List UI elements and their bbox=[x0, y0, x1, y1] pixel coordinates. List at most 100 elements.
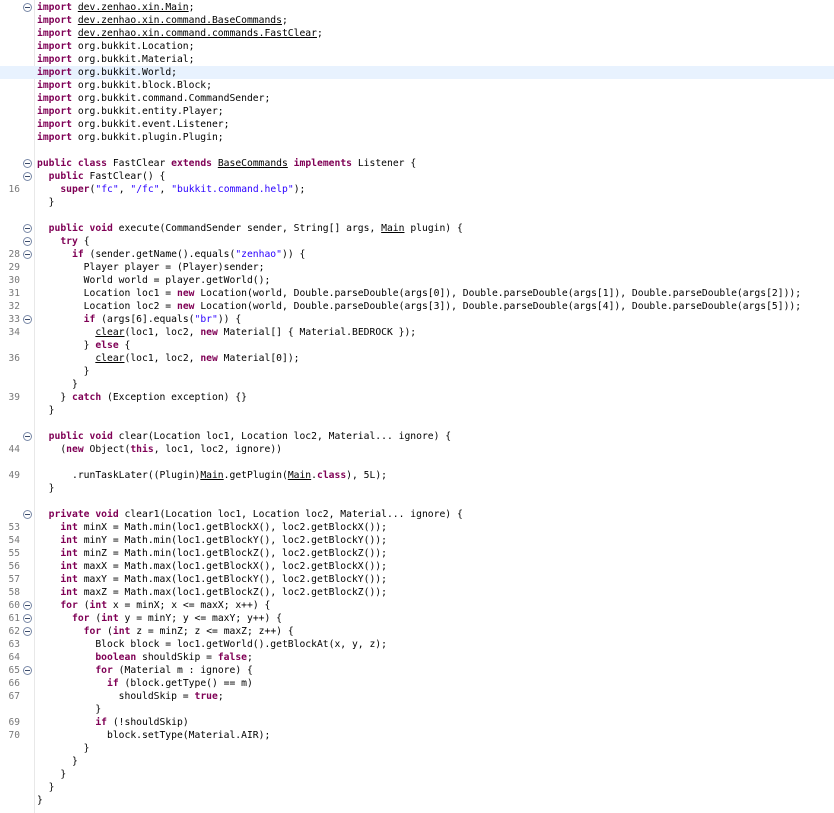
code-line[interactable]: 34 clear(loc1, loc2, new Material[] { Ma… bbox=[0, 326, 834, 339]
code-text: import org.bukkit.Material; bbox=[37, 53, 194, 66]
code-line[interactable]: } bbox=[0, 703, 834, 716]
fold-collapse-icon[interactable] bbox=[23, 3, 32, 12]
code-line[interactable]: 70 block.setType(Material.AIR); bbox=[0, 729, 834, 742]
code-text: } bbox=[37, 768, 66, 781]
code-line[interactable]: import dev.zenhao.xin.command.BaseComman… bbox=[0, 14, 834, 27]
code-line[interactable]: import org.bukkit.World; bbox=[0, 66, 834, 79]
fold-collapse-icon[interactable] bbox=[23, 315, 32, 324]
code-line[interactable]: 67 shouldSkip = true; bbox=[0, 690, 834, 703]
fold-collapse-icon[interactable] bbox=[23, 432, 32, 441]
fold-collapse-icon[interactable] bbox=[23, 237, 32, 246]
code-line[interactable] bbox=[0, 456, 834, 469]
code-line[interactable]: } bbox=[0, 755, 834, 768]
code-line[interactable]: } bbox=[0, 742, 834, 755]
code-line[interactable]: import org.bukkit.plugin.Plugin; bbox=[0, 131, 834, 144]
code-token: } bbox=[37, 340, 96, 351]
code-line[interactable]: 44 (new Object(this, loc1, loc2, ignore)… bbox=[0, 443, 834, 456]
code-line[interactable]: 54 int minY = Math.min(loc1.getBlockY(),… bbox=[0, 534, 834, 547]
fold-collapse-icon[interactable] bbox=[23, 172, 32, 181]
code-line[interactable]: 63 Block block = loc1.getWorld().getBloc… bbox=[0, 638, 834, 651]
code-line[interactable]: 28 if (sender.getName().equals("zenhao")… bbox=[0, 248, 834, 261]
code-line[interactable]: import org.bukkit.Material; bbox=[0, 53, 834, 66]
fold-collapse-icon[interactable] bbox=[23, 250, 32, 259]
code-line[interactable]: 62 for (int z = minZ; z <= maxZ; z++) { bbox=[0, 625, 834, 638]
code-line[interactable]: 64 boolean shouldSkip = false; bbox=[0, 651, 834, 664]
code-line[interactable]: } bbox=[0, 768, 834, 781]
code-line[interactable]: 31 Location loc1 = new Location(world, D… bbox=[0, 287, 834, 300]
code-line[interactable]: 49 .runTaskLater((Plugin)Main.getPlugin(… bbox=[0, 469, 834, 482]
code-line[interactable]: 36 clear(loc1, loc2, new Material[0]); bbox=[0, 352, 834, 365]
code-line[interactable]: public FastClear() { bbox=[0, 170, 834, 183]
fold-collapse-icon[interactable] bbox=[23, 510, 32, 519]
code-line[interactable]: 57 int maxY = Math.max(loc1.getBlockY(),… bbox=[0, 573, 834, 586]
fold-collapse-icon[interactable] bbox=[23, 601, 32, 610]
code-line[interactable]: import org.bukkit.event.Listener; bbox=[0, 118, 834, 131]
code-text: import org.bukkit.command.CommandSender; bbox=[37, 92, 270, 105]
fold-collapse-icon[interactable] bbox=[23, 666, 32, 675]
code-line[interactable]: 39 } catch (Exception exception) {} bbox=[0, 391, 834, 404]
code-text: Player player = (Player)sender; bbox=[37, 261, 265, 274]
keyword-token: public bbox=[48, 171, 90, 182]
code-line[interactable]: } bbox=[0, 365, 834, 378]
code-line[interactable]: import dev.zenhao.xin.Main; bbox=[0, 1, 834, 14]
code-line[interactable]: import dev.zenhao.xin.command.commands.F… bbox=[0, 27, 834, 40]
code-token: Object( bbox=[89, 444, 131, 455]
code-line[interactable]: public void execute(CommandSender sender… bbox=[0, 222, 834, 235]
fold-collapse-icon[interactable] bbox=[23, 224, 32, 233]
code-line[interactable]: 33 if (args[6].equals("br")) { bbox=[0, 313, 834, 326]
keyword-token: int bbox=[60, 548, 84, 559]
code-text: if (!shouldSkip) bbox=[37, 716, 188, 729]
string-token: "zenhao" bbox=[235, 249, 282, 260]
code-line[interactable]: 58 int maxZ = Math.max(loc1.getBlockZ(),… bbox=[0, 586, 834, 599]
code-token: ; bbox=[281, 15, 288, 26]
code-line[interactable] bbox=[0, 209, 834, 222]
code-token: org.bukkit.World; bbox=[77, 67, 177, 78]
code-editor[interactable]: import dev.zenhao.xin.Main; import dev.ze… bbox=[0, 0, 834, 813]
code-line[interactable] bbox=[0, 144, 834, 157]
code-line[interactable]: 32 Location loc2 = new Location(world, D… bbox=[0, 300, 834, 313]
code-line[interactable]: 53 int minX = Math.min(loc1.getBlockX(),… bbox=[0, 521, 834, 534]
code-line[interactable]: 61 for (int y = minY; y <= maxY; y++) { bbox=[0, 612, 834, 625]
fold-collapse-icon[interactable] bbox=[23, 627, 32, 636]
code-text: } bbox=[37, 755, 78, 768]
code-text: int minZ = Math.min(loc1.getBlockZ(), lo… bbox=[37, 547, 387, 560]
code-line[interactable] bbox=[0, 417, 834, 430]
code-line[interactable]: 66 if (block.getType() == m) bbox=[0, 677, 834, 690]
code-line[interactable]: } bbox=[0, 794, 834, 807]
code-line[interactable]: import org.bukkit.Location; bbox=[0, 40, 834, 53]
code-line[interactable]: private void clear1(Location loc1, Locat… bbox=[0, 508, 834, 521]
code-line[interactable]: try { bbox=[0, 235, 834, 248]
code-line[interactable]: 69 if (!shouldSkip) bbox=[0, 716, 834, 729]
code-line[interactable]: 55 int minZ = Math.min(loc1.getBlockZ(),… bbox=[0, 547, 834, 560]
code-line[interactable]: 29 Player player = (Player)sender; bbox=[0, 261, 834, 274]
code-line[interactable]: import org.bukkit.command.CommandSender; bbox=[0, 92, 834, 105]
fold-collapse-icon[interactable] bbox=[23, 159, 32, 168]
code-line[interactable]: } bbox=[0, 482, 834, 495]
line-number: 58 bbox=[8, 587, 20, 598]
code-line[interactable]: public void clear(Location loc1, Locatio… bbox=[0, 430, 834, 443]
code-line[interactable] bbox=[0, 495, 834, 508]
code-line[interactable]: public class FastClear extends BaseComma… bbox=[0, 157, 834, 170]
code-line[interactable]: import org.bukkit.block.Block; bbox=[0, 79, 834, 92]
code-line[interactable]: import org.bukkit.entity.Player; bbox=[0, 105, 834, 118]
code-line[interactable]: 56 int maxX = Math.max(loc1.getBlockX(),… bbox=[0, 560, 834, 573]
code-line[interactable]: 30 World world = player.getWorld(); bbox=[0, 274, 834, 287]
code-line[interactable]: } bbox=[0, 404, 834, 417]
code-line[interactable]: } bbox=[0, 378, 834, 391]
code-line[interactable]: 65 for (Material m : ignore) { bbox=[0, 664, 834, 677]
code-line[interactable]: 60 for (int x = minX; x <= maxX; x++) { bbox=[0, 599, 834, 612]
code-line[interactable]: 16 super("fc", "/fc", "bukkit.command.he… bbox=[0, 183, 834, 196]
code-line[interactable]: } else { bbox=[0, 339, 834, 352]
reference-token: dev.zenhao.xin.Main bbox=[77, 2, 189, 13]
fold-collapse-icon[interactable] bbox=[23, 614, 32, 623]
code-line[interactable]: } bbox=[0, 196, 834, 209]
code-token: Material[] { Material.BEDROCK }); bbox=[223, 327, 417, 338]
code-token: } bbox=[37, 405, 55, 416]
code-line[interactable]: } bbox=[0, 781, 834, 794]
